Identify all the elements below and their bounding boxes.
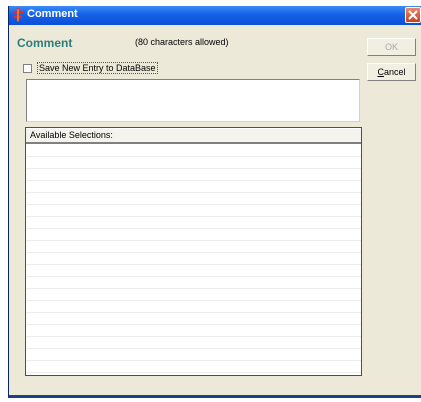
comment-dialog: Comment Comment (80 characters allowed) … (8, 6, 421, 398)
window-title: Comment (27, 8, 78, 20)
title-bar[interactable]: Comment (9, 6, 421, 25)
cancel-button[interactable]: Cancel (367, 63, 416, 81)
ok-button[interactable]: OK (367, 38, 416, 56)
list-header: Available Selections: (26, 128, 361, 144)
app-icon (12, 8, 24, 22)
list-rows[interactable] (26, 145, 361, 375)
close-button[interactable] (405, 7, 421, 23)
save-entry-checkbox[interactable] (23, 63, 32, 73)
comment-input[interactable] (26, 79, 360, 122)
char-limit-note: (80 characters allowed) (135, 37, 229, 47)
save-entry-label[interactable]: Save New Entry to DataBase (37, 62, 158, 74)
comment-heading: Comment (17, 36, 73, 50)
available-selections-list[interactable]: Available Selections: (25, 127, 362, 376)
save-entry-row[interactable]: Save New Entry to DataBase (23, 62, 158, 74)
